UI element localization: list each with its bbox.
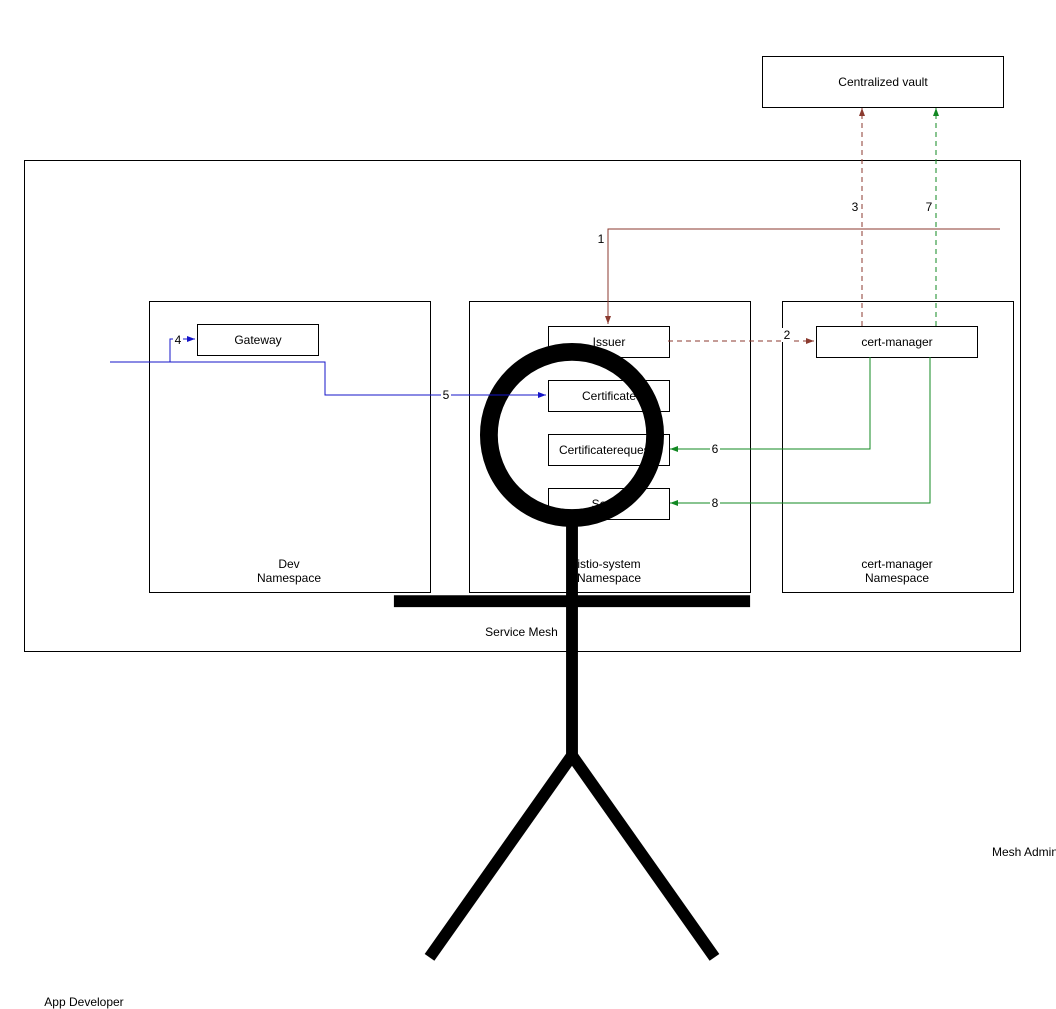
certmanager-namespace-label-1: cert-manager <box>782 557 1012 571</box>
issuer-box: Issuer <box>548 326 670 358</box>
mesh-admin-label: Mesh Admin <box>990 845 1056 859</box>
certificate-box: Certificate <box>548 380 670 412</box>
secret-box: Secret <box>548 488 670 520</box>
istio-namespace-label-2: Namespace <box>469 571 749 585</box>
edge-label-7: 7 <box>924 200 934 214</box>
edge-label-8: 8 <box>710 496 720 510</box>
gateway-label: Gateway <box>234 333 281 347</box>
dev-namespace-label-2: Namespace <box>149 571 429 585</box>
app-developer-label: App Developer <box>44 995 124 1009</box>
certmanager-box: cert-manager <box>816 326 978 358</box>
edge-label-3: 3 <box>850 200 860 214</box>
certmanager-label: cert-manager <box>861 335 932 349</box>
vault-box: Centralized vault <box>762 56 1004 108</box>
certificaterequests-label: Certificaterequests <box>559 443 659 457</box>
gateway-box: Gateway <box>197 324 319 356</box>
app-developer-actor: App Developer <box>44 340 124 1009</box>
edge-label-2: 2 <box>782 328 792 342</box>
certmanager-namespace-label-2: Namespace <box>782 571 1012 585</box>
certificaterequests-box: Certificaterequests <box>548 434 670 466</box>
mesh-admin-actor: Mesh Admin <box>990 190 1056 859</box>
service-mesh-label: Service Mesh <box>24 625 1019 639</box>
edge-label-1: 1 <box>596 232 606 246</box>
istio-namespace-label-1: istio-system <box>469 557 749 571</box>
edge-label-4: 4 <box>173 333 183 347</box>
edge-label-5: 5 <box>441 388 451 402</box>
edge-label-6: 6 <box>710 442 720 456</box>
dev-namespace-label-1: Dev <box>149 557 429 571</box>
certificate-label: Certificate <box>582 389 636 403</box>
secret-label: Secret <box>592 497 627 511</box>
issuer-label: Issuer <box>593 335 626 349</box>
vault-label: Centralized vault <box>838 75 927 89</box>
